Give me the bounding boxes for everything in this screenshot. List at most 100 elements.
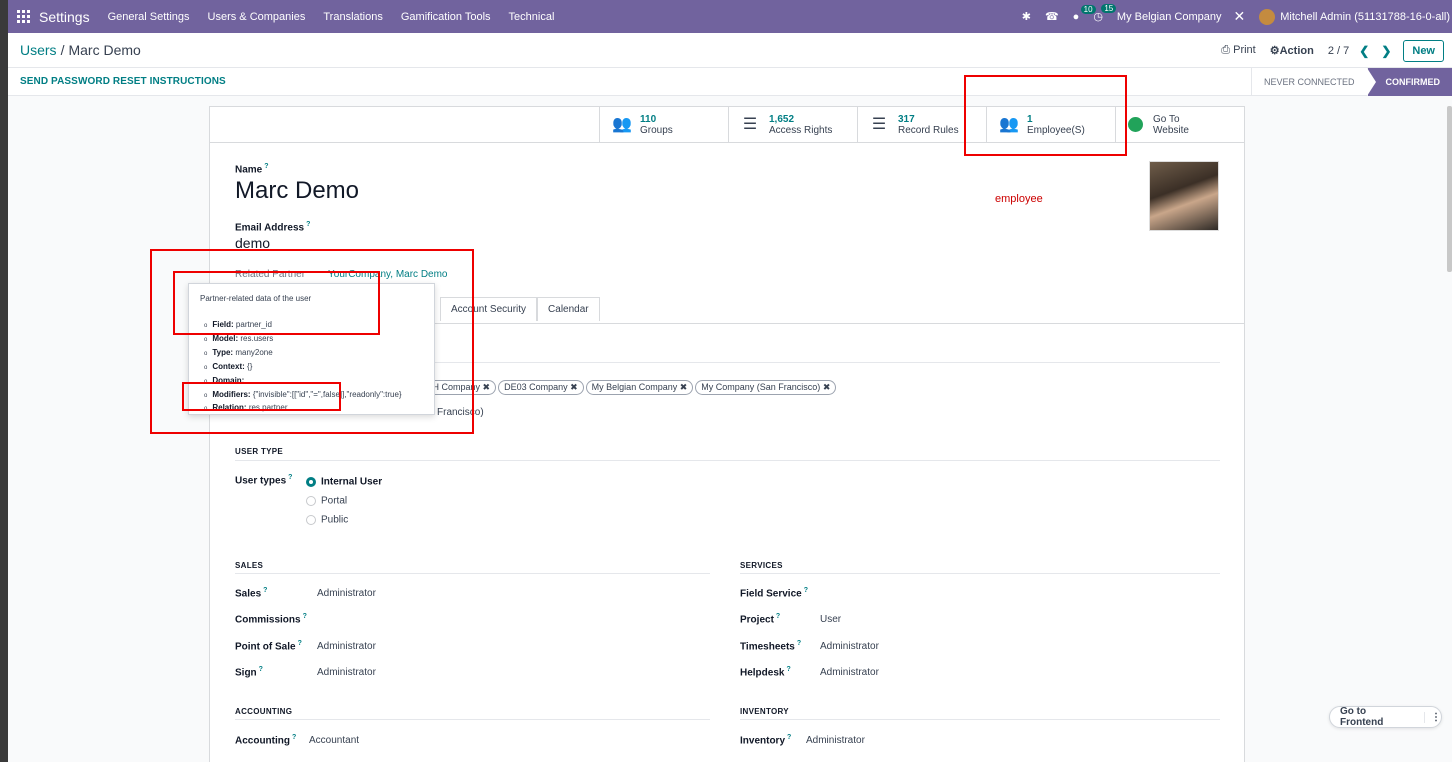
pager-value[interactable]: 2 / 7: [1328, 45, 1349, 57]
print-label: Print: [1233, 44, 1256, 56]
point-of-sale-label: Point of Sale?: [235, 640, 302, 652]
app-brand[interactable]: Settings: [39, 9, 90, 25]
stage-confirmed: CONFIRMED: [1366, 68, 1452, 96]
radio-button: [306, 476, 316, 487]
help-icon[interactable]: ?: [259, 666, 263, 673]
user-type-section-title: USER TYPE: [235, 447, 284, 456]
record-rules-label: Record Rules: [898, 124, 959, 136]
new-button[interactable]: New: [1403, 39, 1444, 62]
breadcrumb-users[interactable]: Users: [20, 42, 57, 58]
messages-icon[interactable]: ● 10: [1073, 4, 1096, 23]
sign-value[interactable]: Administrator: [317, 667, 376, 678]
help-icon[interactable]: ?: [263, 587, 267, 594]
help-icon[interactable]: ?: [776, 613, 780, 620]
users-icon: 👥: [612, 116, 632, 133]
form-sheet: 👥 110 Groups ☰ 1,652 Access Rights ☰ 317 Re…: [209, 106, 1245, 762]
help-icon[interactable]: ?: [303, 613, 307, 620]
form-statusbar: SEND PASSWORD RESET INSTRUCTIONS NEVER C…: [8, 68, 1452, 96]
page-scrollbar[interactable]: [1447, 106, 1452, 272]
menu-technical[interactable]: Technical: [509, 11, 555, 23]
access-rights-count: 1,652: [769, 113, 795, 125]
company-tag-label: My Company (San Francisco): [701, 382, 821, 392]
more-options-icon[interactable]: ⋮: [1424, 711, 1441, 723]
phone-icon[interactable]: ☎: [1045, 10, 1059, 23]
menu-general-settings[interactable]: General Settings: [108, 11, 190, 23]
commissions-label: Commissions?: [235, 613, 307, 625]
menu-users-companies[interactable]: Users & Companies: [208, 11, 306, 23]
name-field[interactable]: Marc Demo: [235, 177, 359, 205]
action-button[interactable]: ⚙Action: [1270, 44, 1314, 57]
project-label: Project?: [740, 613, 780, 625]
top-navbar: Settings General Settings Users & Compan…: [8, 0, 1452, 33]
help-icon[interactable]: ?: [264, 163, 268, 170]
accounting-label: Accounting?: [235, 734, 296, 746]
sign-label-text: Sign: [235, 667, 257, 679]
pager-next-icon[interactable]: ❯: [1381, 44, 1391, 58]
user-avatar[interactable]: [1259, 8, 1276, 25]
user-menu[interactable]: Mitchell Admin (51131788-16-0-all): [1280, 11, 1450, 23]
print-button[interactable]: ⎙ Print: [1221, 44, 1255, 57]
record-rules-count: 317: [898, 113, 915, 125]
menu-translations[interactable]: Translations: [323, 11, 383, 23]
help-icon[interactable]: ?: [786, 666, 790, 673]
timesheets-label-text: Timesheets: [740, 641, 795, 653]
radio-label: Portal: [321, 495, 348, 507]
radio-public[interactable]: Public: [306, 512, 348, 526]
go-to-frontend-button[interactable]: Go to Frontend ⋮: [1329, 706, 1442, 728]
company-tag[interactable]: DE03 Company ✖: [498, 380, 584, 395]
access-rights-smart-button[interactable]: ☰ 1,652 Access Rights: [728, 107, 857, 142]
go-to-frontend-label: Go to Frontend: [1340, 706, 1384, 728]
helpdesk-value[interactable]: Administrator: [820, 667, 879, 678]
globe-icon: [1128, 117, 1143, 132]
bug-icon[interactable]: ✱: [1022, 10, 1031, 23]
sales-label: Sales?: [235, 587, 267, 599]
accounting-section-title: ACCOUNTING: [235, 707, 293, 716]
radio-label: Public: [321, 514, 349, 526]
email-field-label: Email Address?: [235, 221, 310, 233]
project-value[interactable]: User: [820, 614, 841, 625]
section-divider: [235, 460, 1220, 461]
tools-icon[interactable]: ✕: [1233, 8, 1245, 25]
annotation-box-title: [173, 271, 380, 335]
company-tag-label: DE03 Company: [504, 382, 568, 392]
radio-internal-user[interactable]: Internal User: [306, 474, 382, 488]
activities-badge: 15: [1101, 4, 1117, 13]
groups-label: Groups: [640, 124, 673, 136]
menu-gamification-tools[interactable]: Gamification Tools: [401, 11, 491, 23]
help-icon[interactable]: ?: [306, 221, 310, 228]
timesheets-label: Timesheets?: [740, 640, 801, 652]
point-of-sale-value[interactable]: Administrator: [317, 641, 376, 652]
allowed-companies-tags: CH Company ✖ DE03 Company ✖ My Belgian Com…: [420, 379, 838, 395]
accounting-value[interactable]: Accountant: [309, 735, 359, 746]
send-password-reset-button[interactable]: SEND PASSWORD RESET INSTRUCTIONS: [20, 76, 226, 87]
website-smart-button[interactable]: Go To Website: [1115, 107, 1244, 142]
field-service-label-text: Field Service: [740, 588, 802, 600]
help-icon[interactable]: ?: [804, 587, 808, 594]
help-icon[interactable]: ?: [797, 640, 801, 647]
activities-icon[interactable]: ◷ 15: [1093, 4, 1117, 23]
company-switcher[interactable]: My Belgian Company: [1117, 11, 1222, 23]
timesheets-value[interactable]: Administrator: [820, 641, 879, 652]
groups-smart-button[interactable]: 👥 110 Groups: [599, 107, 728, 142]
help-icon[interactable]: ?: [298, 640, 302, 647]
tab-calendar[interactable]: Calendar: [537, 297, 600, 321]
help-icon[interactable]: ?: [288, 474, 292, 481]
section-divider: [235, 573, 710, 574]
pager-previous-icon[interactable]: ❮: [1359, 44, 1369, 58]
stage-never-connected: NEVER CONNECTED: [1250, 68, 1367, 96]
company-tag[interactable]: My Company (San Francisco) ✖: [695, 380, 837, 395]
company-tag[interactable]: My Belgian Company ✖: [585, 380, 694, 395]
user-photo[interactable]: [1149, 161, 1219, 231]
systray: ✱ ☎ ● 10 ◷ 15 My Belgian Company ✕ Mitchel…: [1022, 0, 1452, 33]
goto-label: Go To: [1153, 113, 1180, 125]
name-field-label: Name?: [235, 163, 269, 175]
help-icon[interactable]: ?: [787, 734, 791, 741]
sales-value[interactable]: Administrator: [317, 588, 376, 599]
help-icon[interactable]: ?: [292, 734, 296, 741]
apps-menu-icon[interactable]: [17, 9, 31, 24]
company-tag-label: My Belgian Company: [591, 382, 678, 392]
annotation-box-employee: [964, 75, 1127, 156]
website-label: Website: [1153, 124, 1189, 136]
inventory-value[interactable]: Administrator: [806, 735, 865, 746]
radio-portal[interactable]: Portal: [306, 493, 347, 507]
